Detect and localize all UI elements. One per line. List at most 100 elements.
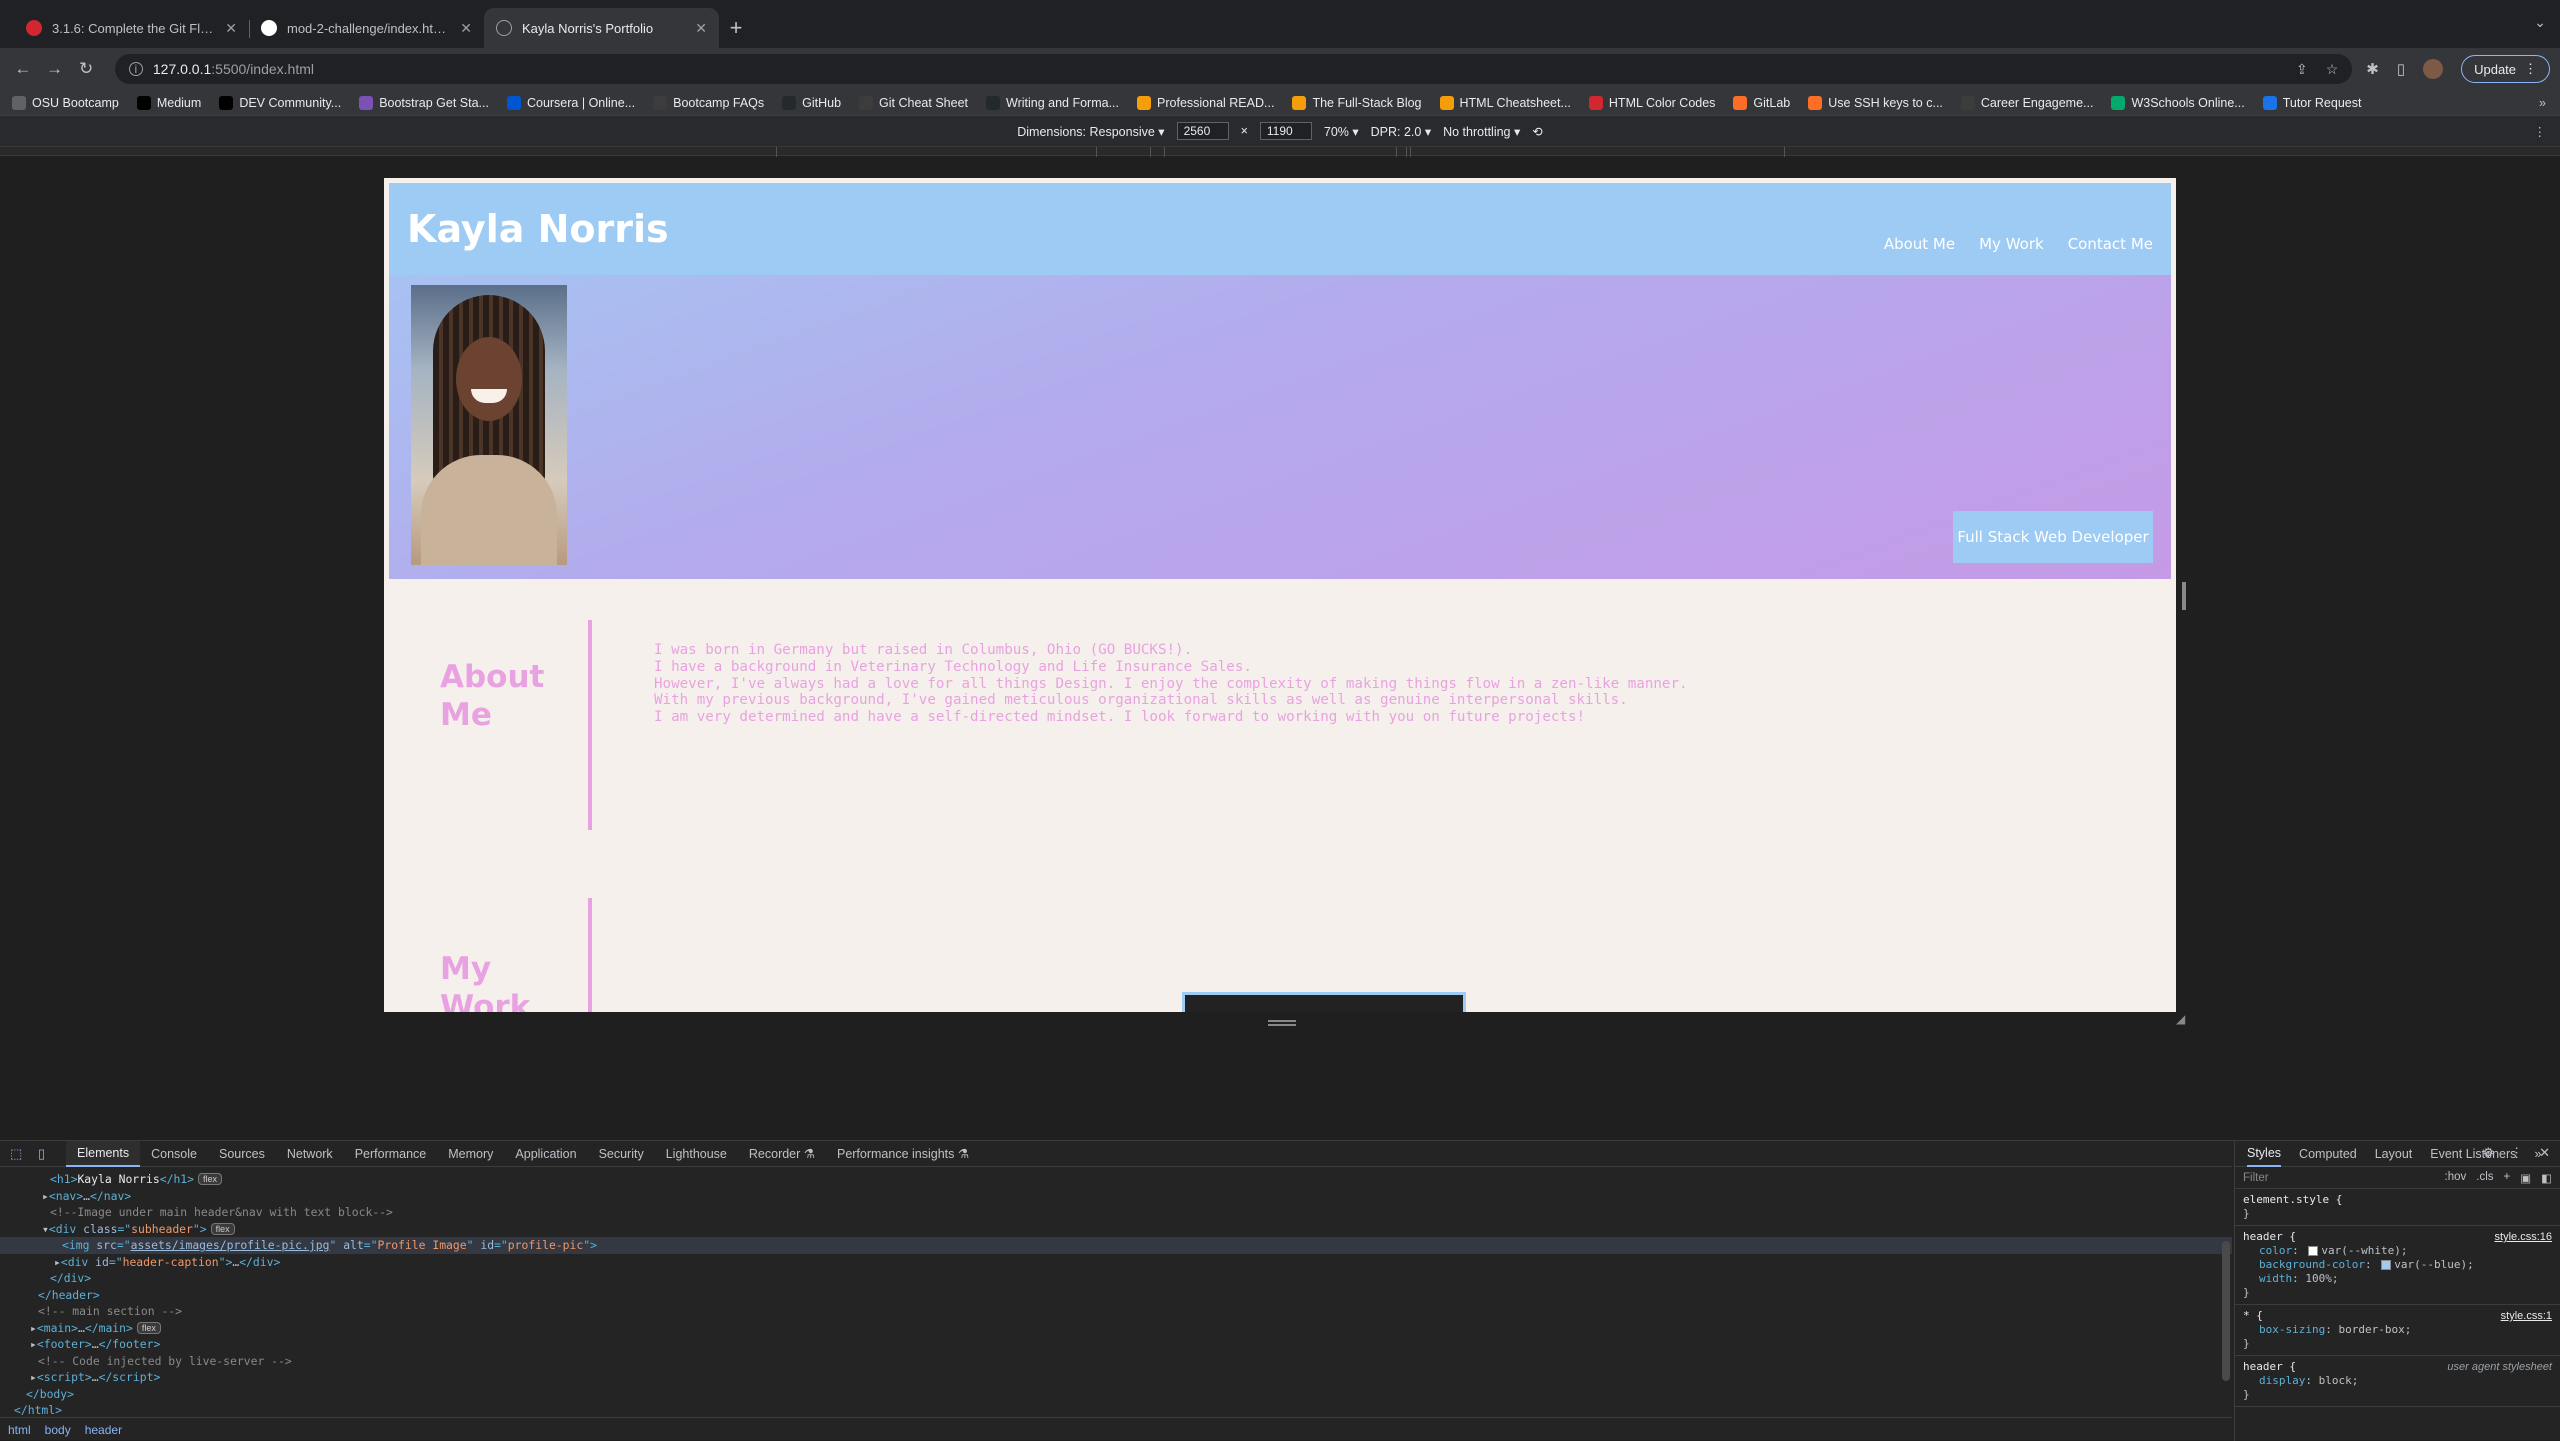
bookmark-item[interactable]: Career Engageme... bbox=[1960, 95, 2093, 110]
devtools-tab-application[interactable]: Application bbox=[504, 1141, 587, 1167]
zoom-dropdown[interactable]: 70% ▾ bbox=[1324, 124, 1359, 139]
bookmark-item[interactable]: HTML Color Codes bbox=[1588, 95, 1715, 110]
browser-tab-1[interactable]: 3.1.6: Complete the Git Flow: P ✕ bbox=[14, 8, 249, 48]
dom-comment[interactable]: <!--Image under main header&nav with tex… bbox=[0, 1204, 2232, 1221]
devtools-tab-elements[interactable]: Elements bbox=[66, 1140, 141, 1167]
bookmark-item[interactable]: Git Cheat Sheet bbox=[859, 95, 968, 110]
expand-triangle-icon[interactable]: ▸ bbox=[30, 1370, 37, 1384]
bookmark-item[interactable]: OSU Bootcamp bbox=[12, 95, 119, 110]
dom-node-main[interactable]: ▸ <main>… </main> flex bbox=[0, 1320, 2232, 1337]
bookmark-item[interactable]: Tutor Request bbox=[2262, 95, 2361, 110]
expand-triangle-icon[interactable]: ▸ bbox=[30, 1337, 37, 1351]
profile-avatar-icon[interactable] bbox=[2423, 59, 2444, 79]
bookmark-item[interactable]: The Full-Stack Blog bbox=[1292, 95, 1422, 110]
throttle-dropdown[interactable]: No throttling ▾ bbox=[1443, 124, 1520, 139]
rule-source-link[interactable]: style.css:1 bbox=[2501, 1309, 2552, 1323]
bookmark-item[interactable]: Writing and Forma... bbox=[986, 95, 1119, 110]
tab-search-chevron-icon[interactable]: ⌄ bbox=[2534, 14, 2546, 31]
devtools-tab-sources[interactable]: Sources bbox=[208, 1141, 276, 1167]
styles-tab-layout[interactable]: Layout bbox=[2375, 1147, 2413, 1161]
bookmark-item[interactable]: GitLab bbox=[1733, 95, 1790, 110]
devtools-tab-memory[interactable]: Memory bbox=[437, 1141, 504, 1167]
bookmark-item[interactable]: Bootstrap Get Sta... bbox=[359, 95, 489, 110]
nav-about-me[interactable]: About Me bbox=[1884, 235, 1955, 253]
styles-tab-styles[interactable]: Styles bbox=[2247, 1141, 2282, 1167]
styles-tab-computed[interactable]: Computed bbox=[2299, 1147, 2357, 1161]
css-property[interactable]: display: block; bbox=[2243, 1374, 2552, 1388]
bookmark-item[interactable]: W3Schools Online... bbox=[2111, 95, 2245, 110]
devtools-tab-network[interactable]: Network bbox=[276, 1141, 344, 1167]
breadcrumb-body[interactable]: body bbox=[45, 1423, 71, 1437]
extensions-puzzle-icon[interactable]: ✱ bbox=[2366, 60, 2379, 78]
viewport-bottom-resize-handle[interactable] bbox=[1268, 1020, 1296, 1026]
more-tabs-icon[interactable]: » bbox=[2534, 1147, 2541, 1161]
bookmark-item[interactable]: Bootcamp FAQs bbox=[653, 95, 764, 110]
color-swatch-icon[interactable] bbox=[2381, 1260, 2392, 1270]
flex-badge[interactable]: flex bbox=[136, 1321, 161, 1334]
elements-scrollbar[interactable] bbox=[2222, 1241, 2230, 1381]
flex-badge[interactable]: flex bbox=[210, 1222, 235, 1235]
forward-arrow-icon[interactable]: → bbox=[42, 56, 68, 82]
css-property[interactable]: color: var(--white); bbox=[2243, 1244, 2552, 1258]
browser-tab-3[interactable]: Kayla Norris's Portfolio ✕ bbox=[484, 8, 719, 48]
dom-close-div[interactable]: </div> bbox=[0, 1270, 2232, 1287]
nav-contact-me[interactable]: Contact Me bbox=[2068, 235, 2153, 253]
media-query-bar[interactable] bbox=[0, 146, 2560, 157]
css-rule-header[interactable]: header {style.css:16 color: var(--white)… bbox=[2235, 1226, 2560, 1305]
share-icon[interactable]: ⇪ bbox=[2296, 61, 2308, 78]
work-thumbnail[interactable] bbox=[1182, 992, 1466, 1012]
expand-triangle-icon[interactable]: ▸ bbox=[30, 1321, 37, 1335]
rotate-icon[interactable]: ⟲ bbox=[1532, 124, 1542, 139]
dom-node-subheader[interactable]: ▾ <div class =" subheader "> flex bbox=[0, 1221, 2232, 1238]
bookmark-item[interactable]: Use SSH keys to c... bbox=[1808, 95, 1943, 110]
bookmark-item[interactable]: DEV Community... bbox=[219, 95, 341, 110]
new-tab-button[interactable]: + bbox=[719, 8, 753, 48]
styles-filter[interactable]: Filter :hov .cls + ▣ ◧ bbox=[2235, 1167, 2560, 1189]
color-format-icon[interactable]: ▣ bbox=[2520, 1171, 2531, 1185]
viewport-corner-resize-icon[interactable]: ◢ bbox=[2176, 1012, 2190, 1026]
dom-node-footer[interactable]: ▸ <footer>… </footer> bbox=[0, 1336, 2232, 1353]
css-property[interactable]: width: 100%; bbox=[2243, 1272, 2552, 1286]
viewport-width-input[interactable]: 2560 bbox=[1176, 122, 1229, 140]
rule-source-link[interactable]: style.css:16 bbox=[2495, 1230, 2552, 1244]
devtools-tab-console[interactable]: Console bbox=[140, 1141, 208, 1167]
dom-node-img-selected[interactable]: <img src =" assets/images/profile-pic.jpg "… bbox=[0, 1237, 2232, 1254]
device-more-icon[interactable]: ⋮ bbox=[2534, 124, 2547, 139]
dom-close-header[interactable]: </header> bbox=[0, 1287, 2232, 1304]
devtools-tab-recorder[interactable]: Recorder ⚗ bbox=[738, 1141, 826, 1167]
dom-node-script[interactable]: ▸ <script>… </script> bbox=[0, 1369, 2232, 1386]
browser-tab-2[interactable]: mod-2-challenge/index.html at ✕ bbox=[249, 8, 484, 48]
update-button[interactable]: Update ⋮ bbox=[2461, 55, 2551, 83]
bookmarks-overflow-icon[interactable]: » bbox=[2539, 96, 2546, 110]
bookmark-star-icon[interactable]: ☆ bbox=[2326, 61, 2339, 78]
viewport-right-resize-handle[interactable] bbox=[2182, 582, 2186, 610]
expand-triangle-icon[interactable]: ▸ bbox=[54, 1255, 61, 1269]
viewport-height-input[interactable]: 1190 bbox=[1259, 122, 1312, 140]
styles-tab-event-listeners[interactable]: Event Listeners bbox=[2430, 1147, 2516, 1161]
bookmark-item[interactable]: Coursera | Online... bbox=[506, 95, 635, 110]
dom-node-h1[interactable]: <h1> Kayla Norris </h1> flex bbox=[0, 1171, 2232, 1188]
css-rule-element-style[interactable]: element.style { } bbox=[2235, 1189, 2560, 1226]
bookmark-item[interactable]: Professional READ... bbox=[1137, 95, 1274, 110]
toggle-sidebar-icon[interactable]: ◧ bbox=[2541, 1171, 2552, 1185]
breadcrumb-header[interactable]: header bbox=[85, 1423, 122, 1437]
css-property[interactable]: background-color: var(--blue); bbox=[2243, 1258, 2552, 1272]
flex-badge[interactable]: flex bbox=[198, 1173, 223, 1186]
filter-input[interactable]: Filter bbox=[2243, 1172, 2269, 1184]
tab-close-icon[interactable]: ✕ bbox=[225, 20, 237, 37]
address-bar[interactable]: i 127.0.0.1:5500/index.html ⇪ ☆ bbox=[114, 54, 2353, 84]
new-rule-button[interactable]: + bbox=[2504, 1171, 2511, 1185]
hov-toggle[interactable]: :hov bbox=[2445, 1171, 2467, 1185]
devtools-tab-lighthouse[interactable]: Lighthouse bbox=[655, 1141, 738, 1167]
dom-comment[interactable]: <!-- main section --> bbox=[0, 1303, 2232, 1320]
dpr-dropdown[interactable]: DPR: 2.0 ▾ bbox=[1371, 124, 1431, 139]
bookmark-item[interactable]: Medium bbox=[136, 95, 201, 110]
bookmark-item[interactable]: GitHub bbox=[782, 95, 841, 110]
dom-node-header-caption[interactable]: ▸ <div id =" header-caption ">… </div> bbox=[0, 1254, 2232, 1271]
dom-comment[interactable]: <!-- Code injected by live-server --> bbox=[0, 1353, 2232, 1370]
device-toggle-icon[interactable]: ▯ bbox=[38, 1146, 54, 1162]
dimensions-dropdown[interactable]: Dimensions: Responsive ▾ bbox=[1017, 124, 1164, 139]
css-property[interactable]: box-sizing: border-box; bbox=[2243, 1323, 2552, 1337]
expand-triangle-icon[interactable]: ▸ bbox=[42, 1189, 49, 1203]
cls-toggle[interactable]: .cls bbox=[2476, 1171, 2493, 1185]
